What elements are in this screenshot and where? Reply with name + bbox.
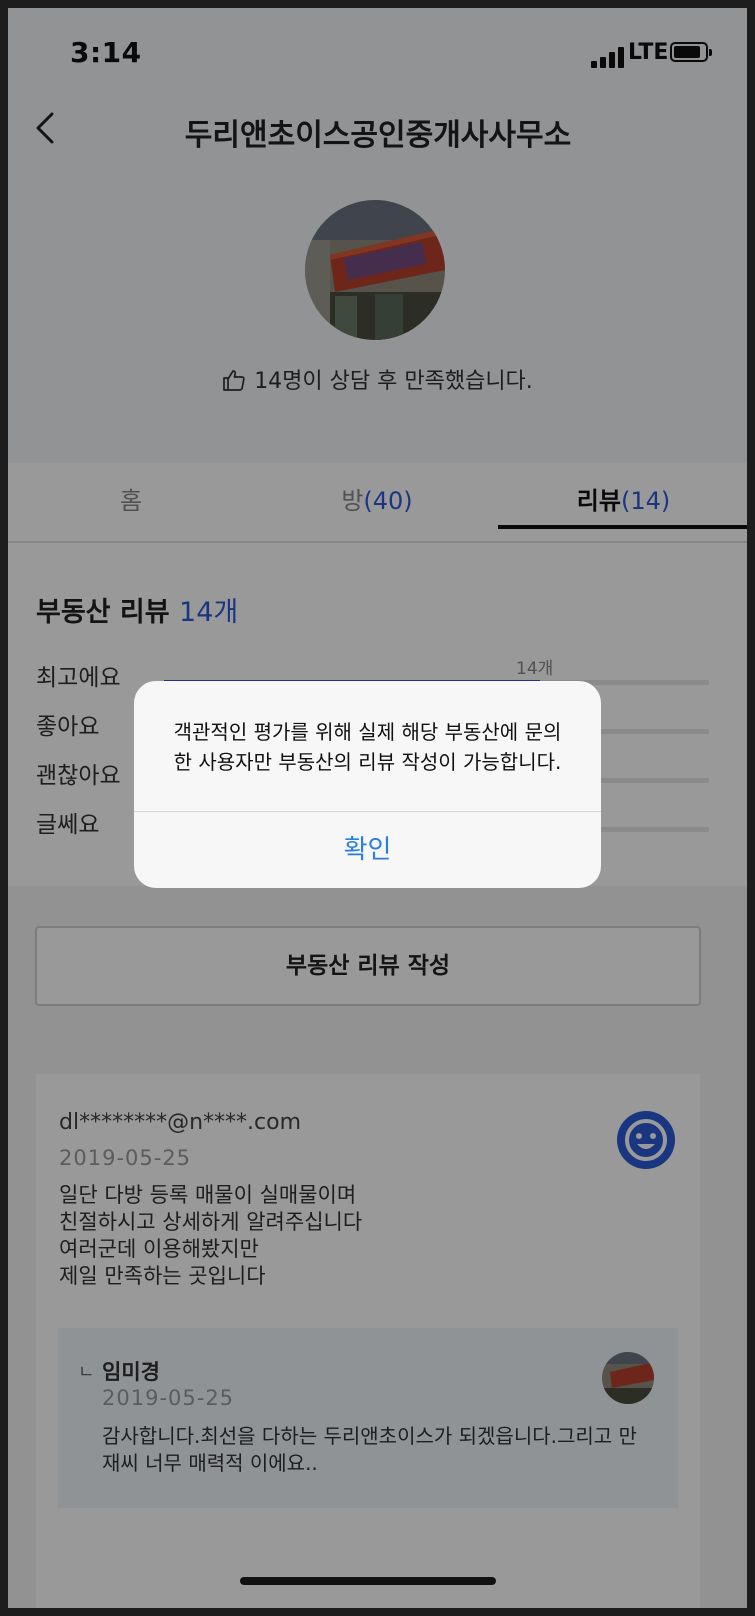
app-screen: 3:14 LTE 두리앤초이스공인중개사사무소 14명이 상담 후 만족했습니다… (8, 8, 747, 1608)
alert-dialog: 객관적인 평가를 위해 실제 해당 부동산에 문의 한 사용자만 부동산의 리뷰… (134, 681, 601, 888)
dialog-message: 객관적인 평가를 위해 실제 해당 부동산에 문의 한 사용자만 부동산의 리뷰… (154, 717, 581, 777)
dialog-message-line: 한 사용자만 부동산의 리뷰 작성이 가능합니다. (173, 750, 562, 774)
confirm-button[interactable]: 확인 (134, 812, 601, 888)
dialog-message-line: 객관적인 평가를 위해 실제 해당 부동산에 문의 (173, 720, 562, 744)
home-indicator[interactable] (240, 1577, 496, 1585)
